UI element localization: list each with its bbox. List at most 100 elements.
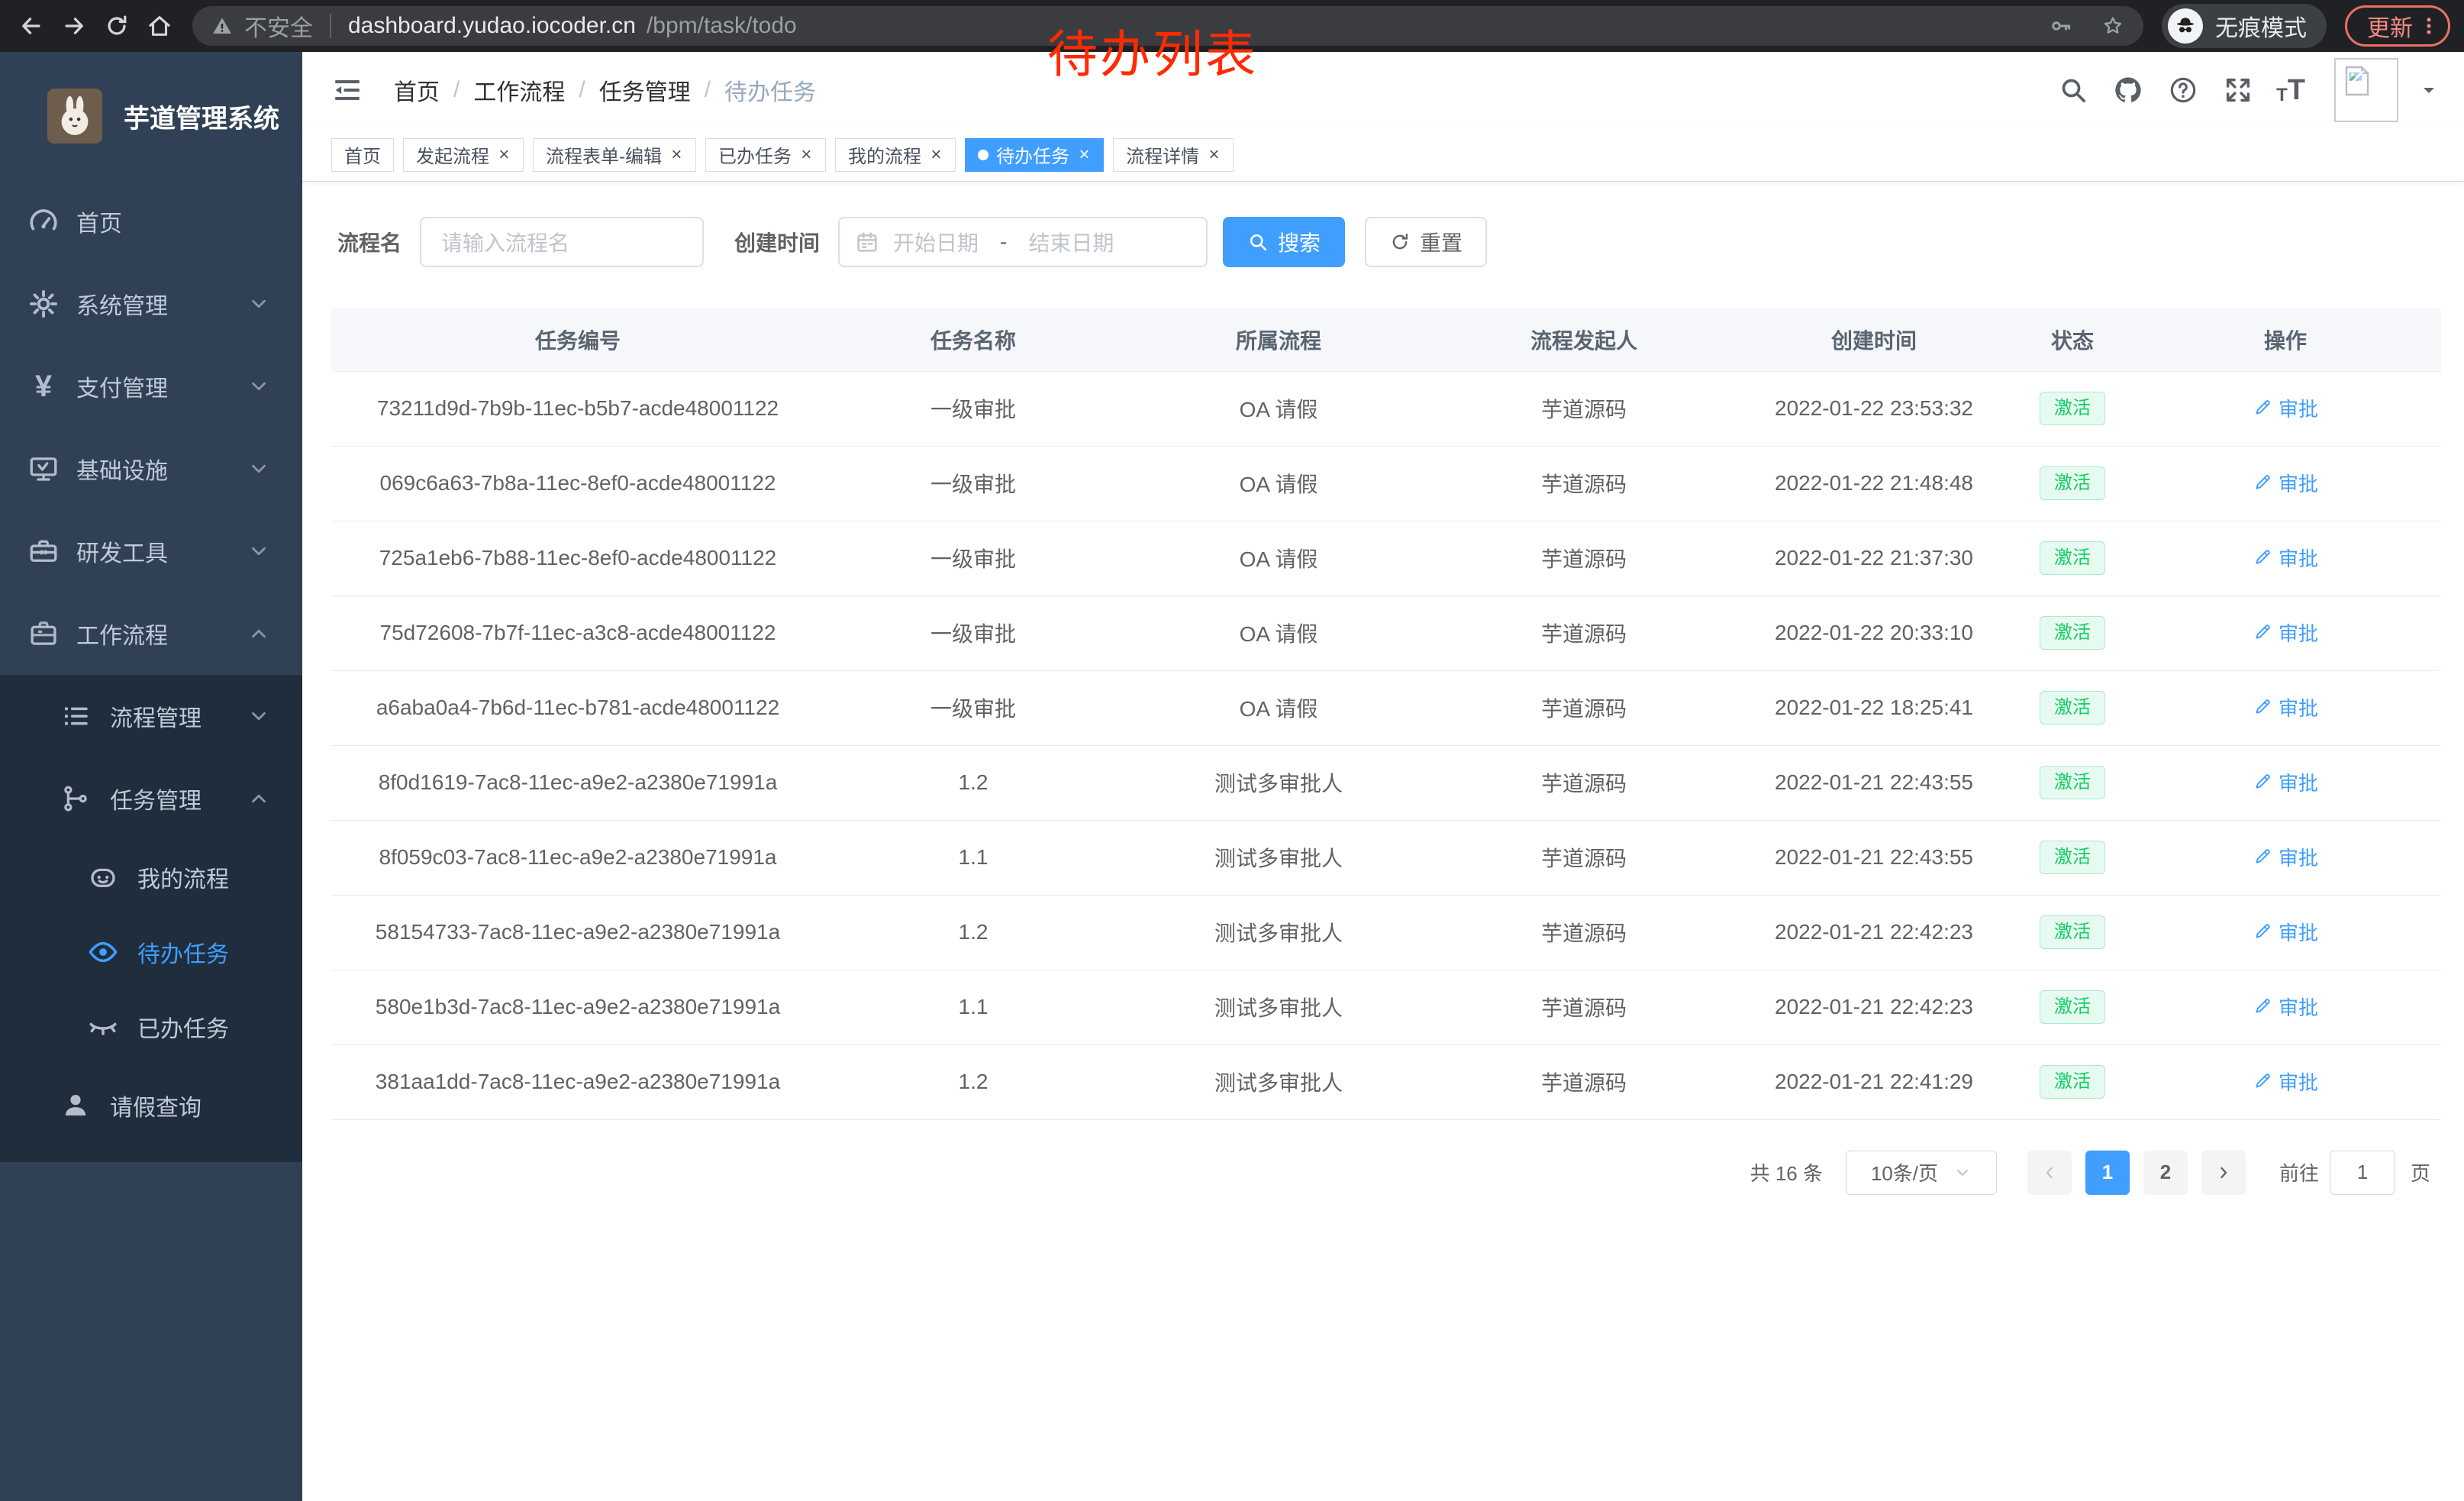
incognito-badge: 无痕模式 xyxy=(2162,4,2327,48)
update-button[interactable]: 更新 xyxy=(2345,5,2450,47)
forward-icon[interactable] xyxy=(56,8,92,44)
sidebar-item-label: 请假查询 xyxy=(110,1089,202,1122)
tab-label: 已办任务 xyxy=(718,141,792,168)
table-row: 381aa1dd-7ac8-11ec-a9e2-a2380e71991a 1.2… xyxy=(331,1044,2441,1119)
red-annotation-text: 待办列表 xyxy=(1047,14,1258,87)
dashboard-icon xyxy=(27,205,60,237)
cell-process: OA 请假 xyxy=(1122,446,1435,521)
pencil-icon xyxy=(2253,547,2272,567)
sidebar-item-label: 待办任务 xyxy=(137,935,229,969)
breadcrumb-workflow[interactable]: 工作流程 xyxy=(473,73,565,107)
fullscreen-icon[interactable] xyxy=(2221,73,2255,107)
cell-process: 测试多审批人 xyxy=(1122,745,1435,820)
workflow-submenu: 流程管理 任务管理 我的流程 待办任务 已办 xyxy=(0,675,302,1162)
tab[interactable]: 已办任务 × xyxy=(705,138,826,172)
search-icon[interactable] xyxy=(2056,73,2090,107)
sidebar-item-my-process[interactable]: 我的流程 xyxy=(0,840,302,915)
approve-button[interactable]: 审批 xyxy=(2253,618,2318,647)
approve-button[interactable]: 审批 xyxy=(2253,918,2318,946)
approve-button[interactable]: 审批 xyxy=(2253,544,2318,572)
help-icon[interactable] xyxy=(2166,73,2200,107)
page-size-select[interactable]: 10条/页 xyxy=(1846,1151,1997,1195)
page-button-1[interactable]: 1 xyxy=(2085,1151,2130,1195)
font-size-icon[interactable]: TT xyxy=(2276,76,2305,105)
sidebar-item-home[interactable]: 首页 xyxy=(0,180,302,263)
approve-button[interactable]: 审批 xyxy=(2253,693,2318,721)
close-icon[interactable]: × xyxy=(669,146,683,164)
close-icon[interactable]: × xyxy=(929,146,943,164)
search-button[interactable]: 搜索 xyxy=(1223,217,1345,267)
cell-starter: 芋道源码 xyxy=(1435,895,1733,970)
approve-button[interactable]: 审批 xyxy=(2253,394,2318,422)
sidebar-toggle-icon[interactable] xyxy=(331,74,363,106)
back-icon[interactable] xyxy=(14,8,49,44)
close-icon[interactable]: × xyxy=(497,146,511,164)
incognito-icon xyxy=(2168,8,2203,44)
cell-status: 激活 xyxy=(2015,371,2130,446)
tab[interactable]: 待办任务 × xyxy=(965,138,1104,172)
sidebar-item-task-mgmt[interactable]: 任务管理 xyxy=(0,757,302,840)
approve-button[interactable]: 审批 xyxy=(2253,843,2318,871)
sidebar-item-todo-task[interactable]: 待办任务 xyxy=(0,915,302,989)
sidebar-item-process-mgmt[interactable]: 流程管理 xyxy=(0,675,302,757)
refresh-icon xyxy=(1389,231,1411,253)
process-name-input[interactable]: 请输入流程名 xyxy=(420,217,704,267)
cell-actions: 审批 xyxy=(2130,820,2441,895)
tab[interactable]: 我的流程 × xyxy=(835,138,956,172)
page-button-2[interactable]: 2 xyxy=(2143,1151,2188,1195)
tab-label: 流程详情 xyxy=(1126,141,1199,168)
close-icon[interactable]: × xyxy=(799,146,813,164)
cell-status: 激活 xyxy=(2015,970,2130,1044)
breadcrumb-task-mgmt[interactable]: 任务管理 xyxy=(599,73,691,107)
cell-create-time: 2022-01-22 21:48:48 xyxy=(1733,446,2015,521)
cell-task-id: 725a1eb6-7b88-11ec-8ef0-acde48001122 xyxy=(331,521,824,596)
reload-icon[interactable] xyxy=(99,8,134,44)
tab[interactable]: 首页 xyxy=(331,138,394,172)
next-page-button[interactable] xyxy=(2201,1151,2246,1195)
close-icon[interactable]: × xyxy=(1207,146,1221,164)
breadcrumb: 首页 / 工作流程 / 任务管理 / 待办任务 xyxy=(394,73,816,107)
key-icon[interactable] xyxy=(2049,14,2073,38)
close-icon[interactable]: × xyxy=(1077,146,1091,164)
sidebar-item-label: 研发工具 xyxy=(76,534,168,568)
avatar[interactable] xyxy=(2334,58,2398,122)
home-icon[interactable] xyxy=(142,8,177,44)
tab[interactable]: 流程表单-编辑 × xyxy=(533,138,696,172)
cell-starter: 芋道源码 xyxy=(1435,596,1733,670)
cell-process: OA 请假 xyxy=(1122,521,1435,596)
sidebar-item-done-task[interactable]: 已办任务 xyxy=(0,989,302,1064)
approve-button[interactable]: 审批 xyxy=(2253,1067,2318,1096)
breadcrumb-home[interactable]: 首页 xyxy=(394,73,440,107)
approve-button[interactable]: 审批 xyxy=(2253,768,2318,796)
cell-task-id: 75d72608-7b7f-11ec-a3c8-acde48001122 xyxy=(331,596,824,670)
app-title: 芋道管理系统 xyxy=(124,98,279,135)
tab[interactable]: 发起流程 × xyxy=(403,138,524,172)
cell-status: 激活 xyxy=(2015,596,2130,670)
sidebar-item-system[interactable]: 系统管理 xyxy=(0,263,302,345)
briefcase-icon xyxy=(27,618,60,650)
avatar-caret-icon[interactable] xyxy=(2420,81,2438,99)
reset-button[interactable]: 重置 xyxy=(1365,217,1487,267)
sidebar-item-leave-query[interactable]: 请假查询 xyxy=(0,1064,302,1147)
sidebar-item-devtools[interactable]: 研发工具 xyxy=(0,510,302,592)
sidebar-item-workflow[interactable]: 工作流程 xyxy=(0,592,302,675)
logo-row[interactable]: 芋道管理系统 xyxy=(0,52,302,180)
prev-page-button[interactable] xyxy=(2027,1151,2072,1195)
column-header-task-name: 任务名称 xyxy=(824,308,1122,371)
date-range-picker[interactable]: 开始日期 - 结束日期 xyxy=(838,217,1208,267)
cell-task-name: 1.2 xyxy=(824,1044,1122,1119)
approve-button[interactable]: 审批 xyxy=(2253,993,2318,1021)
goto-page-input[interactable]: 1 xyxy=(2330,1151,2395,1195)
cell-actions: 审批 xyxy=(2130,1044,2441,1119)
tab[interactable]: 流程详情 × xyxy=(1113,138,1234,172)
pencil-icon xyxy=(2253,697,2272,717)
github-icon[interactable] xyxy=(2111,73,2145,107)
column-header-process: 所属流程 xyxy=(1122,308,1435,371)
cell-starter: 芋道源码 xyxy=(1435,670,1733,745)
sidebar-item-pay[interactable]: ¥ 支付管理 xyxy=(0,345,302,428)
sidebar-item-infra[interactable]: 基础设施 xyxy=(0,428,302,510)
pagination: 共 16 条 10条/页 1 2 前往 1 页 xyxy=(302,1120,2464,1195)
active-dot xyxy=(978,150,989,160)
bookmark-star-icon[interactable] xyxy=(2101,14,2125,38)
approve-button[interactable]: 审批 xyxy=(2253,469,2318,497)
